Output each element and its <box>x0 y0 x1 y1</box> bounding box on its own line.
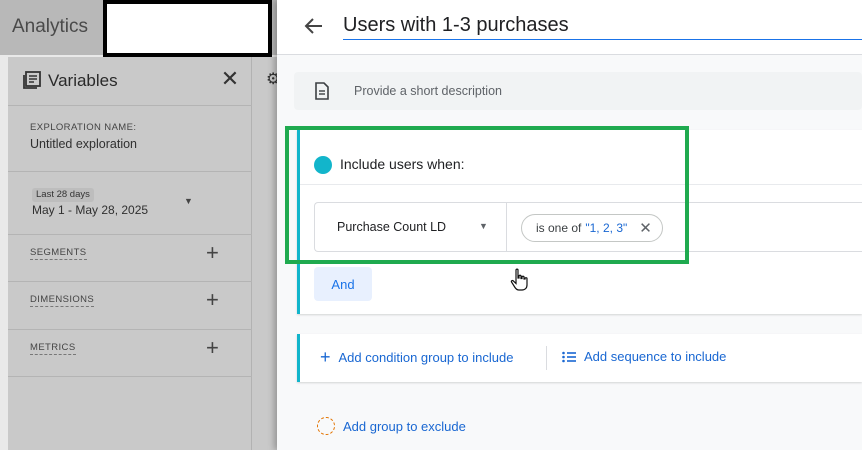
date-range-selector[interactable]: May 1 - May 28, 2025 <box>32 203 148 217</box>
segment-editor: Include users when: Purchase Count LD ▼ … <box>277 0 862 450</box>
include-header: Include users when: <box>300 130 862 185</box>
dimension-label: Purchase Count LD <box>337 220 447 234</box>
variables-title: Variables <box>48 71 118 90</box>
include-condition-card: Include users when: Purchase Count LD ▼ … <box>297 130 862 314</box>
dimension-dropdown[interactable]: Purchase Count LD ▼ <box>315 203 507 251</box>
divider <box>8 171 252 172</box>
redaction-box <box>103 0 272 57</box>
sequence-icon <box>562 351 576 362</box>
exclude-circle-icon <box>317 417 335 435</box>
filter-chip[interactable]: is one of "1, 2, 3" ✕ <box>521 214 663 242</box>
add-sequence-button[interactable]: Add sequence to include <box>562 349 726 364</box>
variables-icon <box>23 71 41 89</box>
add-metric-plus-icon[interactable]: + <box>206 337 219 359</box>
back-arrow-icon[interactable] <box>301 13 327 39</box>
editor-header <box>277 0 862 55</box>
filter-value: "1, 2, 3" <box>585 221 628 235</box>
add-exclude-group-button[interactable]: Add group to exclude <box>317 417 466 435</box>
segment-name-input[interactable] <box>343 12 862 40</box>
add-condition-group-button[interactable]: + Add condition group to include <box>320 348 513 366</box>
filter-operator: is one of <box>536 221 582 235</box>
exploration-name-label: EXPLORATION NAME: <box>30 122 137 133</box>
dimensions-label: DIMENSIONS <box>30 294 95 307</box>
hand-cursor-icon <box>510 268 528 291</box>
chevron-down-icon[interactable]: ▼ <box>184 196 193 206</box>
segments-label: SEGMENTS <box>30 247 87 260</box>
divider <box>8 376 252 377</box>
close-icon[interactable]: ✕ <box>218 67 242 91</box>
metrics-label: METRICS <box>30 342 76 355</box>
exploration-name-field[interactable]: Untitled exploration <box>30 137 137 151</box>
divider <box>8 281 252 282</box>
divider <box>8 234 252 235</box>
include-dot-icon <box>314 156 332 174</box>
variables-panel: Variables ✕ EXPLORATION NAME: Untitled e… <box>8 57 252 450</box>
and-button[interactable]: And <box>314 267 372 301</box>
plus-icon: + <box>320 347 331 367</box>
add-dimension-plus-icon[interactable]: + <box>206 289 219 311</box>
chip-close-icon[interactable]: ✕ <box>639 221 652 236</box>
add-actions-card: + Add condition group to include Add seq… <box>297 334 862 382</box>
description-row[interactable] <box>294 72 862 110</box>
add-segment-plus-icon[interactable]: + <box>206 242 219 264</box>
variables-header: Variables ✕ <box>8 57 252 106</box>
add-condition-group-label: Add condition group to include <box>338 349 514 365</box>
add-exclude-group-label: Add group to exclude <box>343 418 466 434</box>
condition-row: Purchase Count LD ▼ is one of "1, 2, 3" … <box>314 202 862 252</box>
description-icon <box>315 82 329 100</box>
dropdown-caret-icon: ▼ <box>479 221 488 231</box>
divider <box>546 346 547 370</box>
description-input[interactable] <box>354 81 834 101</box>
add-sequence-label: Add sequence to include <box>584 349 727 364</box>
include-title: Include users when: <box>340 156 465 172</box>
divider <box>8 329 252 330</box>
app-title: Analytics <box>12 16 89 37</box>
date-preset-chip: Last 28 days <box>32 188 94 202</box>
